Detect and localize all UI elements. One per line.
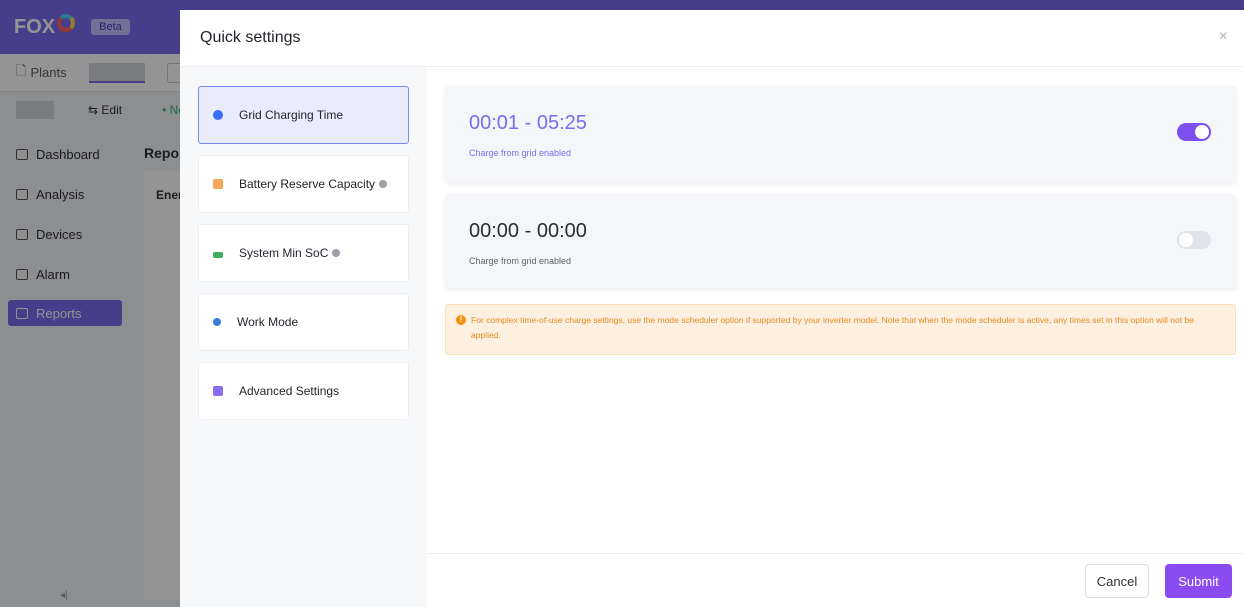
cancel-button[interactable]: Cancel xyxy=(1085,564,1149,598)
charge-slot-status: Charge from grid enabled xyxy=(469,148,572,158)
battery-reserve-icon xyxy=(213,179,223,189)
drawer-footer: Cancel Submit xyxy=(427,553,1244,607)
charge-slot-card: 00:01 - 05:25 Charge from grid enabled xyxy=(445,86,1236,182)
menu-item-advanced-settings[interactable]: Advanced Settings xyxy=(198,362,409,420)
menu-item-system-min-soc[interactable]: System Min SoC xyxy=(198,224,409,282)
grid-charging-icon xyxy=(213,110,223,120)
drawer-header: Quick settings × xyxy=(180,10,1244,67)
menu-item-work-mode[interactable]: Work Mode xyxy=(198,293,409,351)
charge-slot-card: 00:00 - 00:00 Charge from grid enabled xyxy=(445,194,1236,288)
min-soc-icon xyxy=(213,252,223,258)
charge-slot-time[interactable]: 00:01 - 05:25 xyxy=(469,112,587,135)
toggle-knob xyxy=(1195,125,1209,139)
charge-slot-toggle[interactable] xyxy=(1177,123,1211,141)
charge-slot-status: Charge from grid enabled xyxy=(469,256,572,266)
advanced-settings-icon xyxy=(213,386,223,396)
close-icon[interactable]: × xyxy=(1219,28,1228,46)
settings-content: 00:01 - 05:25 Charge from grid enabled 0… xyxy=(427,67,1244,553)
charge-slot-time[interactable]: 00:00 - 00:00 xyxy=(469,220,587,243)
help-icon[interactable] xyxy=(379,180,388,188)
help-icon[interactable] xyxy=(332,249,341,257)
work-mode-icon xyxy=(213,318,221,326)
drawer-body: Grid Charging Time Battery Reserve Capac… xyxy=(180,67,1244,607)
info-alert: ! For complex time-of-use charge setting… xyxy=(445,304,1236,355)
drawer-title: Quick settings xyxy=(200,29,301,46)
quick-settings-drawer: Quick settings × Grid Charging Time Batt… xyxy=(180,10,1244,607)
warning-icon: ! xyxy=(456,315,466,325)
toggle-knob xyxy=(1179,233,1193,247)
menu-item-battery-reserve-capacity[interactable]: Battery Reserve Capacity xyxy=(198,155,409,213)
alert-text: For complex time-of-use charge settings,… xyxy=(471,315,1194,340)
charge-slot-toggle[interactable] xyxy=(1177,231,1211,249)
submit-button[interactable]: Submit xyxy=(1165,564,1232,598)
settings-menu: Grid Charging Time Battery Reserve Capac… xyxy=(180,67,427,607)
menu-item-grid-charging-time[interactable]: Grid Charging Time xyxy=(198,86,409,144)
